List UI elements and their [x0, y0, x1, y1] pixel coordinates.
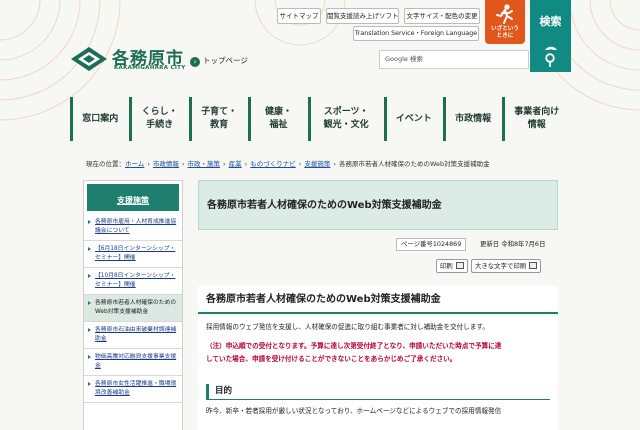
- main-content: 各務原市若者人材確保のためのWeb対策支援補助金 ページ番号1024869 更新…: [198, 180, 558, 430]
- search-submit-button[interactable]: [530, 50, 571, 69]
- nav-jigyosha[interactable]: 事業者向け 情報: [502, 97, 568, 141]
- sitemap-link[interactable]: サイトマップ: [277, 8, 321, 24]
- magnifier-icon: [545, 53, 555, 67]
- breadcrumb-sangyo[interactable]: 産業: [229, 160, 242, 168]
- article-body: 採用情報のウェブ発信を支援し、人材確保の促進に取り組む事業者に対し補助金を交付し…: [198, 316, 558, 430]
- print-large-button[interactable]: 大きな文字で印刷: [471, 259, 542, 273]
- top-page-label: トップページ: [203, 56, 248, 65]
- breadcrumb: 現在の位置：ホーム › 市政情報 › 市政・施策 › 産業 › ものづくりナビ › 支援施策 › 各務原…: [86, 160, 490, 168]
- printer-icon: [529, 262, 538, 269]
- nav-sports[interactable]: スポーツ・ 観光・文化: [307, 97, 382, 141]
- search-placeholder: Google 検索: [385, 55, 423, 63]
- translation-link[interactable]: Translation Service・Foreign Language: [353, 26, 479, 41]
- purpose-heading: 目的: [206, 384, 550, 400]
- sidebar-item-internship-june[interactable]: 【6月18日インターンシップ・セミナー】開催: [84, 241, 182, 268]
- breadcrumb-monozukuri[interactable]: ものづくりナビ: [250, 160, 296, 168]
- top-page-link[interactable]: › トップページ: [190, 55, 248, 67]
- updated-date: 更新日 令和8年7月6日: [480, 240, 546, 248]
- sidebar-heading[interactable]: 支援施策: [84, 181, 182, 214]
- global-nav: 窓口案内 くらし・ 手続き 子育て・ 教育 健康・ 福祉 スポーツ・ 観光・文化…: [70, 97, 570, 141]
- intro-text: 採用情報のウェブ発信を支援し、人材確保の促進に取り組む事業者に対し補助金を交付し…: [206, 323, 489, 331]
- page-title: 各務原市若者人材確保のためのWeb対策支援補助金: [198, 180, 558, 230]
- nav-kenko[interactable]: 健康・ 福祉: [248, 97, 305, 141]
- sidebar-item-kyogikai[interactable]: 各務原市雇用・人材育成推進協議会について: [84, 214, 182, 241]
- running-person-icon: [496, 4, 513, 24]
- breadcrumb-home[interactable]: ホーム: [125, 160, 144, 168]
- reading-support-link[interactable]: 閲覧支援読み上げソフト: [326, 8, 399, 24]
- section-title: 各務原市若者人材確保のためのWeb対策支援補助金: [198, 286, 558, 314]
- breadcrumb-shisei[interactable]: 市政情報: [153, 160, 179, 168]
- city-name-english: KAKAMIGAHARA CITY: [114, 65, 186, 71]
- sidebar-item-web-subsidy[interactable]: 各務原市若者人材確保のためのWeb対策支援補助金: [84, 295, 182, 322]
- breadcrumb-shien[interactable]: 支援施策: [304, 160, 330, 168]
- printer-icon: [455, 262, 464, 269]
- breadcrumb-current: 各務原市若者人材確保のためのWeb対策支援補助金: [338, 160, 490, 168]
- arrow-right-icon: ›: [190, 57, 200, 67]
- notice-text: （注）申込順での受付となります。予算に達し次第受付終了となり、申請いただいた時点…: [206, 342, 502, 363]
- sidebar-item-sekiyu[interactable]: 各務原市石油由来破棄材調達補助金: [84, 322, 182, 349]
- sidebar-item-bukka[interactable]: 物価高騰対応融資支援事業支援金: [84, 349, 182, 376]
- nav-shisei[interactable]: 市政情報: [442, 97, 500, 141]
- sidebar: 支援施策 各務原市雇用・人材育成推進協議会について 【6月18日インターンシップ…: [83, 180, 183, 430]
- breadcrumb-shisaku[interactable]: 市政・施策: [188, 160, 221, 168]
- search-label: 検索: [539, 15, 562, 28]
- purpose-text: 昨今、新卒・若者採用が厳しい状況となっており、ホームページなどによるウェブでの採…: [206, 407, 502, 415]
- emergency-button[interactable]: いざという ときに: [485, 0, 525, 44]
- sidebar-item-internship-october[interactable]: 【10月8日インターンシップ・セミナー】開催: [84, 268, 182, 295]
- nav-event[interactable]: イベント: [383, 97, 441, 141]
- print-button[interactable]: 印刷: [436, 259, 468, 273]
- nav-madoguchi[interactable]: 窓口案内: [70, 97, 127, 141]
- emergency-label-1: いざという: [491, 26, 519, 32]
- sidebar-item-josei[interactable]: 各務原市女性活躍推進・職場環境改善補助金: [84, 376, 182, 403]
- page-number: ページ番号1024869: [396, 238, 467, 251]
- city-emblem-icon: [71, 47, 107, 71]
- nav-kosodate[interactable]: 子育て・ 教育: [188, 97, 246, 141]
- emergency-label-2: ときに: [496, 33, 514, 39]
- nav-kurashi[interactable]: くらし・ 手続き: [129, 97, 186, 141]
- search-input[interactable]: Google 検索: [379, 50, 529, 69]
- font-color-settings-link[interactable]: 文字サイズ・配色の変更: [404, 8, 480, 24]
